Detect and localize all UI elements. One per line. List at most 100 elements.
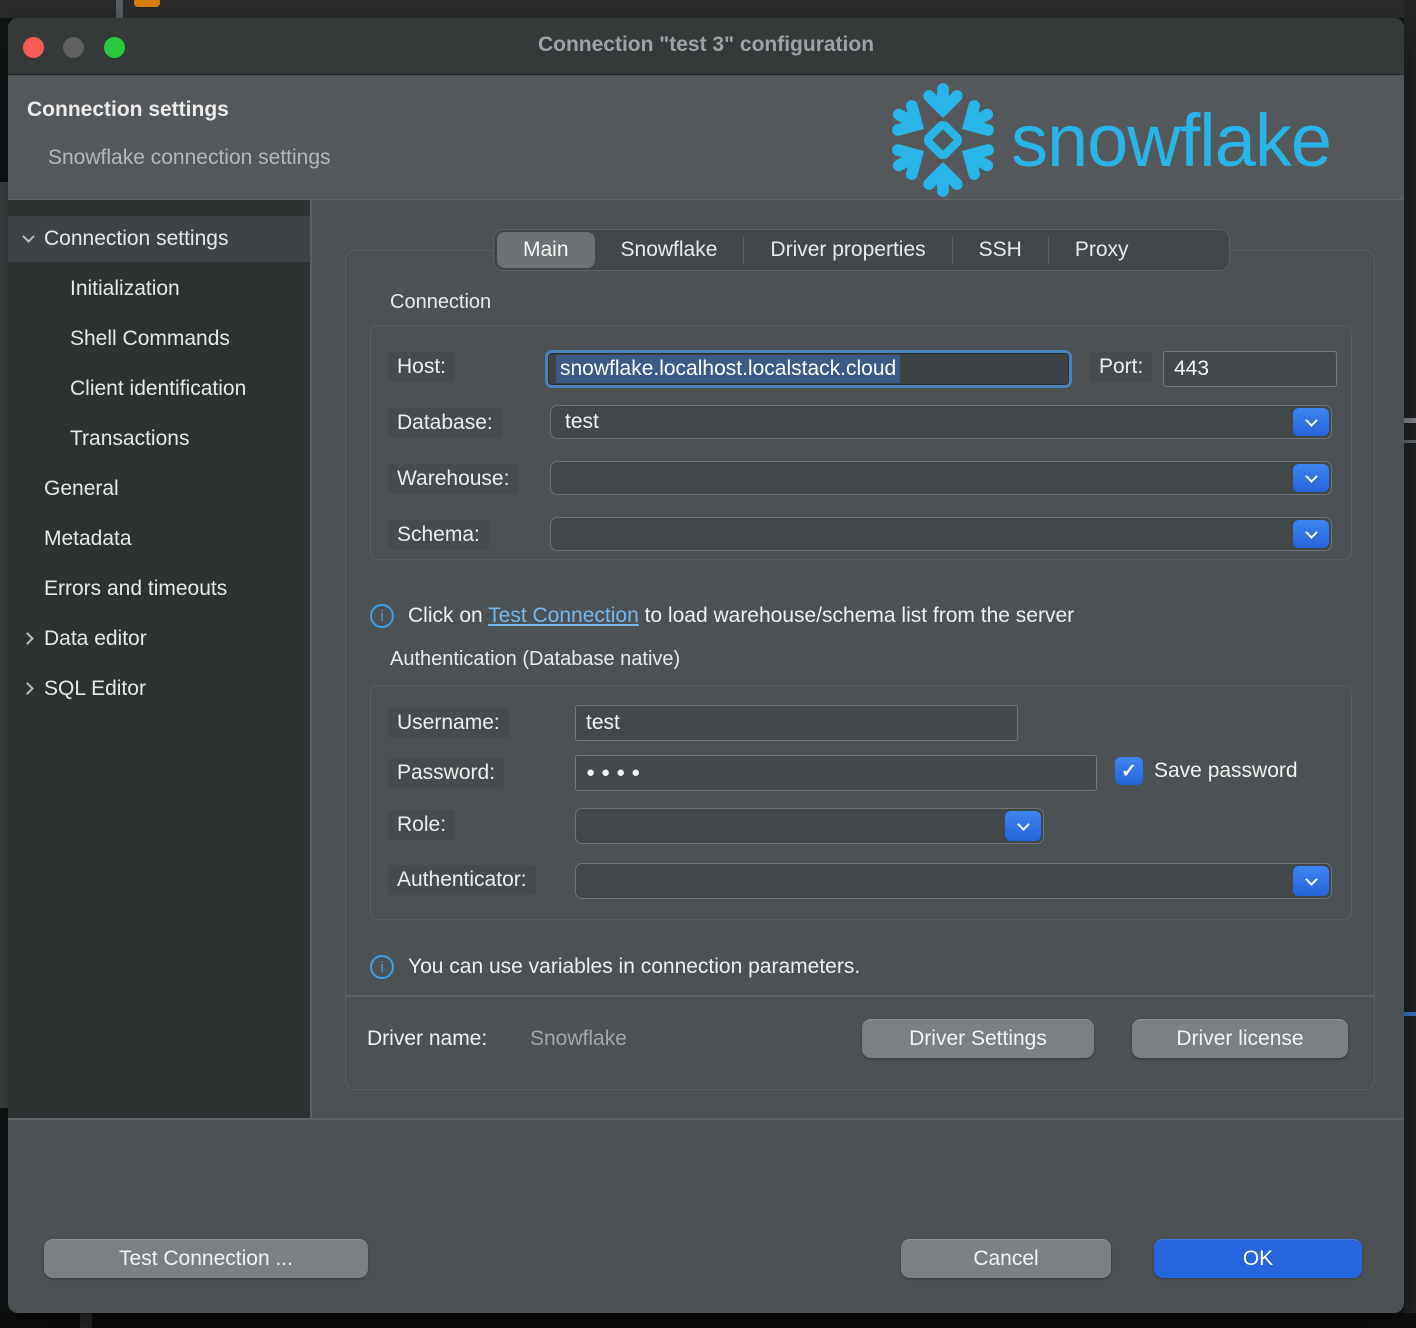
chevron-down-icon — [1017, 818, 1030, 831]
background-orange-fragment — [134, 0, 160, 7]
background-strip-right — [1404, 0, 1416, 1328]
database-value: test — [565, 406, 599, 437]
background-fragment — [1404, 440, 1416, 443]
background-window-edge — [116, 0, 123, 18]
tab-ssh[interactable]: SSH — [953, 232, 1048, 268]
test-connection-hint: i Click on Test Connection to load wareh… — [370, 604, 1074, 628]
driver-name-label: Driver name: — [367, 1027, 487, 1051]
sidebar-tree: Connection settingsInitializationShell C… — [8, 200, 310, 1118]
driver-name-value: Snowflake — [530, 1027, 627, 1051]
schema-dropdown-button[interactable] — [1293, 520, 1329, 548]
database-label: Database: — [388, 408, 502, 438]
host-input[interactable]: snowflake.localhost.localstack.cloud — [545, 350, 1072, 388]
variables-hint: i You can use variables in connection pa… — [370, 955, 860, 979]
username-input[interactable]: test — [575, 705, 1018, 741]
snowflake-wordmark: snowflake — [1011, 98, 1331, 183]
background-fragment — [1404, 418, 1416, 423]
sidebar-item-general[interactable]: General — [8, 466, 310, 512]
sidebar-item-initialization[interactable]: Initialization — [8, 266, 310, 312]
page-subtitle: Snowflake connection settings — [48, 146, 331, 170]
test-connection-link[interactable]: Test Connection — [488, 604, 639, 627]
chevron-right-icon[interactable] — [21, 682, 34, 695]
chevron-down-icon — [1305, 526, 1318, 539]
authenticator-label: Authenticator: — [388, 865, 536, 895]
sidebar-item-label: Errors and timeouts — [44, 566, 227, 612]
hint-suffix: to load warehouse/schema list from the s… — [639, 604, 1074, 627]
username-label: Username: — [388, 708, 509, 738]
sidebar-divider — [310, 200, 312, 1118]
hint-text: Click on Test Connection to load warehou… — [408, 604, 1074, 628]
warehouse-dropdown-button[interactable] — [1293, 464, 1329, 492]
background-strip-bottom — [0, 1313, 1416, 1328]
warehouse-combo[interactable] — [550, 461, 1332, 495]
role-combo[interactable] — [575, 808, 1044, 844]
chevron-down-icon — [1305, 470, 1318, 483]
sidebar-item-shell-commands[interactable]: Shell Commands — [8, 316, 310, 362]
port-input[interactable]: 443 — [1163, 351, 1337, 387]
database-dropdown-button[interactable] — [1293, 408, 1329, 436]
host-label: Host: — [388, 352, 455, 382]
sidebar-item-label: General — [44, 466, 119, 512]
sidebar-item-label: Shell Commands — [70, 316, 230, 362]
sidebar-item-label: Connection settings — [44, 216, 228, 262]
authentication-group-label: Authentication (Database native) — [390, 648, 680, 671]
sidebar-item-connection-settings[interactable]: Connection settings — [8, 216, 310, 262]
dialog-header: Connection settings Snowflake connection… — [8, 76, 1404, 200]
save-password-label: Save password — [1154, 759, 1298, 783]
tab-proxy[interactable]: Proxy — [1049, 232, 1155, 268]
background-strip-top — [0, 0, 1416, 18]
sidebar-item-label: Transactions — [70, 416, 189, 462]
tab-main[interactable]: Main — [497, 232, 595, 268]
password-input[interactable]: ●●●● — [575, 755, 1097, 791]
sidebar-item-label: SQL Editor — [44, 666, 146, 712]
sidebar-item-label: Data editor — [44, 616, 147, 662]
page-title: Connection settings — [27, 98, 229, 122]
connection-group-label: Connection — [390, 291, 491, 314]
save-password-checkbox[interactable]: ✓ — [1115, 757, 1143, 785]
chevron-down-icon — [1305, 873, 1318, 886]
snowflake-mark-icon — [885, 82, 1001, 198]
chevron-down-icon[interactable] — [22, 230, 35, 243]
authenticator-combo[interactable] — [575, 863, 1332, 899]
port-label: Port: — [1090, 352, 1152, 382]
background-fragment — [1404, 1012, 1416, 1016]
tab-driver-properties[interactable]: Driver properties — [744, 232, 951, 268]
role-dropdown-button[interactable] — [1005, 811, 1041, 841]
background-fragment — [80, 1313, 92, 1328]
titlebar[interactable]: Connection "test 3" configuration — [8, 18, 1404, 75]
screen: Connection "test 3" configuration Connec… — [0, 0, 1416, 1328]
sidebar-item-errors-and-timeouts[interactable]: Errors and timeouts — [8, 566, 310, 612]
sidebar-item-sql-editor[interactable]: SQL Editor — [8, 666, 310, 712]
warehouse-label: Warehouse: — [388, 464, 518, 494]
authenticator-dropdown-button[interactable] — [1293, 866, 1329, 896]
driver-license-button[interactable]: Driver license — [1132, 1019, 1348, 1058]
sidebar-item-transactions[interactable]: Transactions — [8, 416, 310, 462]
database-combo[interactable]: test — [550, 405, 1332, 439]
sidebar-item-data-editor[interactable]: Data editor — [8, 616, 310, 662]
sidebar-item-label: Client identification — [70, 366, 246, 412]
hint-prefix: Click on — [408, 604, 488, 627]
variables-hint-text: You can use variables in connection para… — [408, 955, 860, 979]
test-connection-button[interactable]: Test Connection ... — [44, 1239, 368, 1278]
sidebar-item-metadata[interactable]: Metadata — [8, 516, 310, 562]
password-label: Password: — [388, 758, 504, 788]
cancel-button[interactable]: Cancel — [901, 1239, 1111, 1278]
footer-divider — [8, 1118, 1404, 1120]
tab-snowflake[interactable]: Snowflake — [595, 232, 744, 268]
info-icon: i — [370, 604, 394, 628]
schema-label: Schema: — [388, 520, 489, 550]
driver-settings-button[interactable]: Driver Settings — [862, 1019, 1094, 1058]
connection-configuration-dialog: Connection "test 3" configuration Connec… — [8, 18, 1404, 1313]
sidebar-item-client-identification[interactable]: Client identification — [8, 366, 310, 412]
chevron-right-icon[interactable] — [21, 632, 34, 645]
schema-combo[interactable] — [550, 517, 1332, 551]
check-icon: ✓ — [1121, 760, 1137, 783]
ok-button[interactable]: OK — [1154, 1239, 1362, 1278]
info-icon: i — [370, 955, 394, 979]
driver-section-divider — [345, 995, 1375, 997]
sidebar-item-label: Metadata — [44, 516, 132, 562]
snowflake-logo: snowflake — [885, 80, 1404, 200]
sidebar-item-label: Initialization — [70, 266, 180, 312]
tab-bar: MainSnowflakeDriver propertiesSSHProxy — [493, 229, 1230, 271]
host-value: snowflake.localhost.localstack.cloud — [556, 355, 900, 383]
